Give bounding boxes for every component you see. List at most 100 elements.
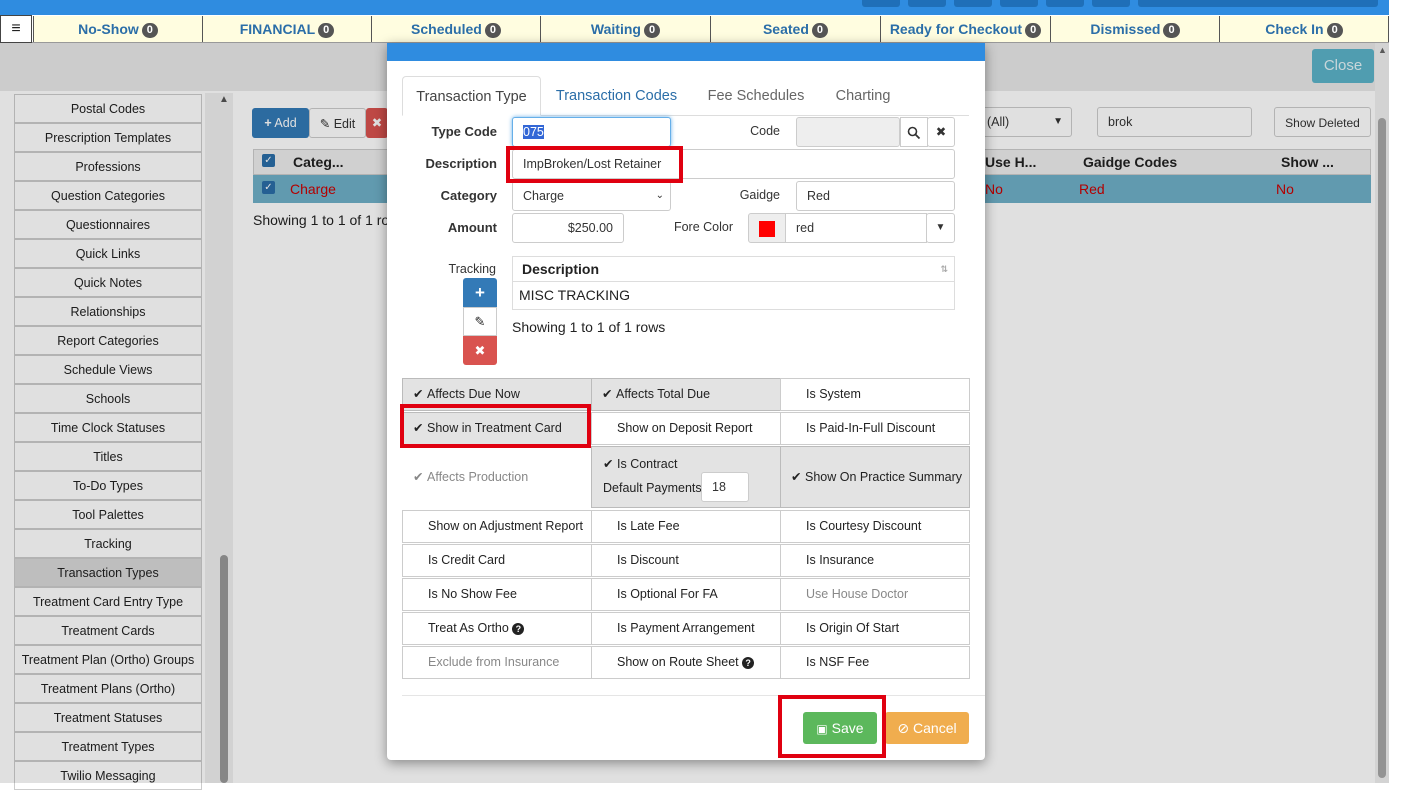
tab-label: Waiting <box>590 21 641 37</box>
top-bar-button[interactable] <box>954 0 992 7</box>
option-label: Is Paid-In-Full Discount <box>806 421 936 435</box>
code-label: Code <box>750 124 780 138</box>
tab-transaction-codes[interactable]: Transaction Codes <box>545 76 688 116</box>
delete-tracking-icon[interactable]: ✖ <box>463 336 497 365</box>
option-label: Is Discount <box>617 553 679 567</box>
is-contract-toggle[interactable]: ✔ Is Contract Default Payments <box>591 446 781 508</box>
type-code-input[interactable]: 075 <box>512 117 671 147</box>
option-label: Is Courtesy Discount <box>806 519 922 533</box>
tab-financial[interactable]: FINANCIAL 0 <box>202 16 371 42</box>
top-bar-button[interactable] <box>862 0 900 7</box>
tracking-column-header[interactable]: Description ⇅ <box>512 256 955 282</box>
dialog-header <box>387 43 985 61</box>
dialog-footer-divider <box>402 695 985 696</box>
tab-charting[interactable]: Charting <box>822 76 904 116</box>
exclude-from-insurance-toggle[interactable]: Exclude from Insurance <box>402 646 592 679</box>
show-on-practice-summary-toggle[interactable]: ✔ Show On Practice Summary <box>780 446 970 508</box>
help-icon[interactable]: ? <box>742 657 755 669</box>
option-label: Treat As Ortho <box>428 621 509 635</box>
help-icon[interactable]: ? <box>512 623 525 635</box>
description-label: Description <box>425 156 497 171</box>
category-select[interactable]: Charge ⌄ <box>512 181 671 211</box>
clear-icon[interactable]: ✖ <box>927 117 955 147</box>
show-on-deposit-report-toggle[interactable]: Show on Deposit Report <box>591 412 781 445</box>
highlight-save <box>778 695 886 758</box>
cancel-label: Cancel <box>913 720 957 736</box>
chevron-down-icon: ⌄ <box>655 190 664 201</box>
is-nsf-fee-toggle[interactable]: Is NSF Fee <box>780 646 970 679</box>
tab-waiting[interactable]: Waiting 0 <box>540 16 710 42</box>
count-badge: 0 <box>643 23 661 38</box>
option-label: Is Contract <box>617 457 678 471</box>
is-optional-for-fa-toggle[interactable]: Is Optional For FA <box>591 578 781 611</box>
option-label: Is Credit Card <box>428 553 506 567</box>
top-bar-button[interactable] <box>1046 0 1084 7</box>
top-bar-button[interactable] <box>1092 0 1130 7</box>
tab-fee-schedules[interactable]: Fee Schedules <box>692 76 820 116</box>
category-value: Charge <box>523 189 564 203</box>
is-origin-of-start-toggle[interactable]: Is Origin Of Start <box>780 612 970 645</box>
show-on-route-sheet-toggle[interactable]: Show on Route Sheet ? <box>591 646 781 679</box>
is-late-fee-toggle[interactable]: Is Late Fee <box>591 510 781 543</box>
tab-check-in[interactable]: Check In 0 <box>1219 16 1389 42</box>
amount-input[interactable]: $250.00 <box>512 213 624 243</box>
count-badge: 0 <box>1326 23 1343 38</box>
affects-production-toggle[interactable]: ✔ Affects Production <box>402 446 592 508</box>
count-badge: 0 <box>141 23 158 38</box>
tab-no-show[interactable]: No-Show 0 <box>33 16 202 42</box>
tab-ready-for-checkout[interactable]: Ready for Checkout 0 <box>880 16 1050 42</box>
is-insurance-toggle[interactable]: Is Insurance <box>780 544 970 577</box>
top-bar-button[interactable] <box>908 0 946 7</box>
search-icon[interactable] <box>900 117 928 147</box>
option-label: Exclude from Insurance <box>428 655 560 669</box>
option-label: Affects Due Now <box>427 387 520 401</box>
is-no-show-fee-toggle[interactable]: Is No Show Fee <box>402 578 592 611</box>
treat-as-ortho-toggle[interactable]: Treat As Ortho ? <box>402 612 592 645</box>
show-on-adjustment-report-toggle[interactable]: Show on Adjustment Report <box>402 510 592 543</box>
cancel-button[interactable]: ⊘ Cancel <box>885 712 969 744</box>
use-house-doctor-toggle[interactable]: Use House Doctor <box>780 578 970 611</box>
is-courtesy-discount-toggle[interactable]: Is Courtesy Discount <box>780 510 970 543</box>
type-code-value: 075 <box>523 125 544 139</box>
tab-scheduled[interactable]: Scheduled 0 <box>371 16 540 42</box>
count-badge: 0 <box>318 23 335 38</box>
color-swatch-fill <box>759 221 775 237</box>
count-badge: 0 <box>1025 23 1042 38</box>
is-payment-arrangement-toggle[interactable]: Is Payment Arrangement <box>591 612 781 645</box>
is-paid-in-full-discount-toggle[interactable]: Is Paid-In-Full Discount <box>780 412 970 445</box>
top-bar-search[interactable] <box>1138 0 1378 7</box>
tracking-header-label: Description <box>522 261 600 277</box>
tab-dismissed[interactable]: Dismissed 0 <box>1050 16 1219 42</box>
ban-icon: ⊘ <box>897 720 910 736</box>
sort-icon: ⇅ <box>940 264 948 274</box>
top-bar-button[interactable] <box>1000 0 1038 7</box>
affects-total-due-toggle[interactable]: ✔ Affects Total Due <box>591 378 781 411</box>
tab-label: Dismissed <box>1090 21 1161 37</box>
highlight-show-in-treatment-card <box>400 404 591 448</box>
option-label: Is No Show Fee <box>428 587 517 601</box>
gaidge-input[interactable]: Red <box>796 181 955 211</box>
tracking-row[interactable]: MISC TRACKING <box>512 282 955 310</box>
option-label: Show on Deposit Report <box>617 421 753 435</box>
is-discount-toggle[interactable]: Is Discount <box>591 544 781 577</box>
is-credit-card-toggle[interactable]: Is Credit Card <box>402 544 592 577</box>
option-label: Is NSF Fee <box>806 655 870 669</box>
default-payments-input[interactable]: 18 <box>701 472 749 502</box>
type-code-label: Type Code <box>431 124 498 139</box>
chevron-down-icon[interactable]: ▼ <box>926 213 955 243</box>
fore-color-input[interactable]: red <box>785 213 927 243</box>
is-system-toggle[interactable]: Is System <box>780 378 970 411</box>
option-label: Use House Doctor <box>806 587 909 601</box>
check-icon: ✔ <box>603 457 614 471</box>
option-label: Is Origin Of Start <box>806 621 900 635</box>
count-badge: 0 <box>1163 23 1180 38</box>
code-input[interactable] <box>796 117 900 147</box>
option-label: Show On Practice Summary <box>805 470 962 484</box>
tab-seated[interactable]: Seated 0 <box>710 16 880 42</box>
add-tracking-icon[interactable]: + <box>463 278 497 307</box>
option-label: Is Late Fee <box>617 519 680 533</box>
hamburger-menu-icon[interactable]: ≡ <box>0 15 32 43</box>
edit-tracking-icon[interactable]: ✎ <box>463 307 497 336</box>
color-swatch[interactable] <box>748 213 786 243</box>
tab-transaction-type[interactable]: Transaction Type <box>402 76 541 116</box>
